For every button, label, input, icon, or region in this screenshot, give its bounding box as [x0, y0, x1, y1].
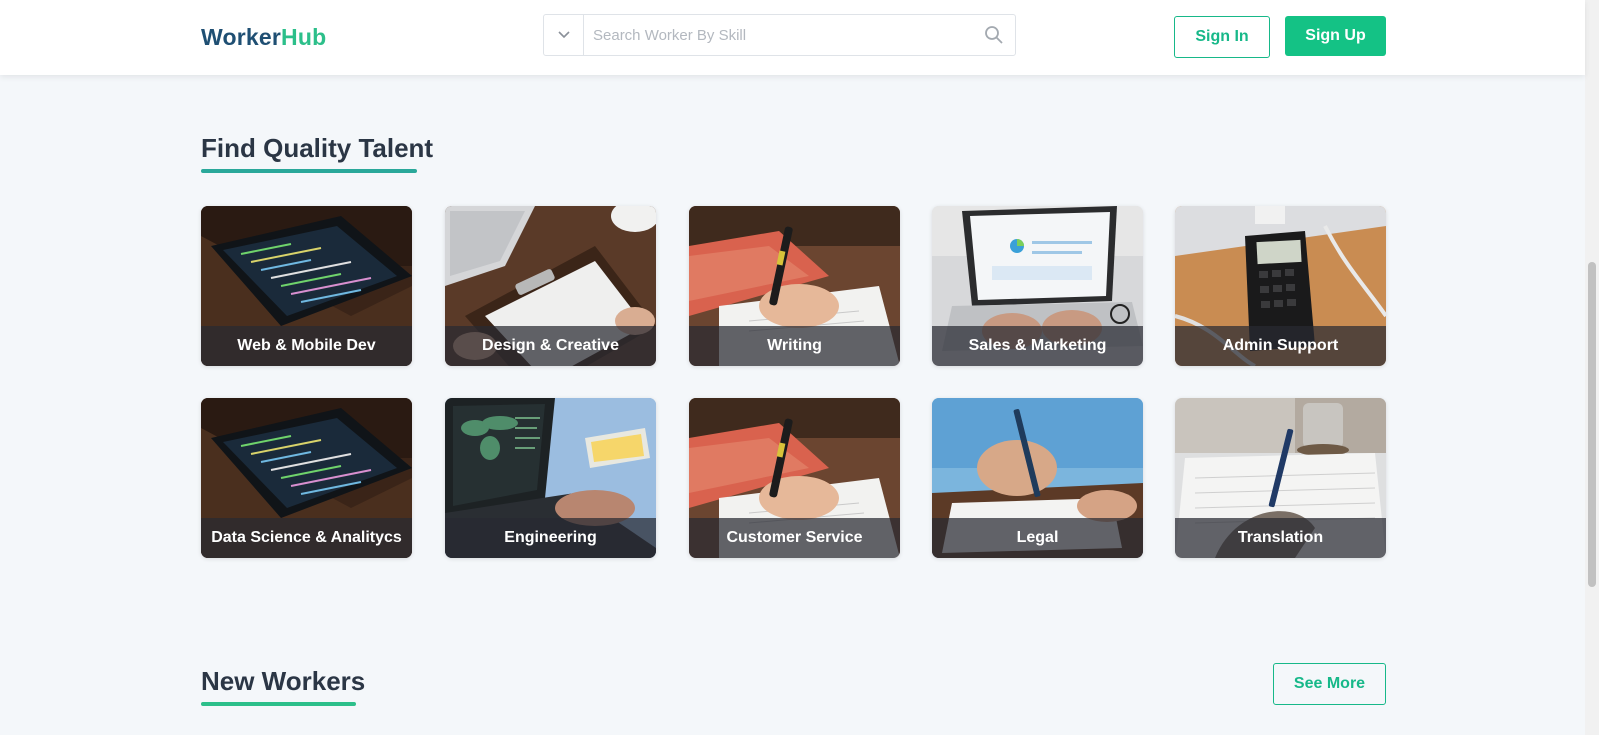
logo[interactable]: WorkerHub: [201, 24, 326, 51]
category-card-data-science-analytics[interactable]: Data Science & Analitycs: [201, 398, 412, 558]
category-card-engineering[interactable]: Engineering: [445, 398, 656, 558]
category-card-sales-marketing[interactable]: Sales & Marketing: [932, 206, 1143, 366]
category-card-legal[interactable]: Legal: [932, 398, 1143, 558]
section-title-new-workers: New Workers: [201, 666, 366, 696]
sign-in-button[interactable]: Sign In: [1174, 16, 1270, 58]
search-category-dropdown[interactable]: [544, 15, 584, 55]
category-label: Legal: [932, 518, 1143, 558]
category-card-design-creative[interactable]: Design & Creative: [445, 206, 656, 366]
title-underline: [201, 169, 417, 173]
chevron-down-icon: [557, 31, 570, 39]
scrollbar-thumb[interactable]: [1588, 262, 1596, 587]
category-card-web-mobile-dev[interactable]: Web & Mobile Dev: [201, 206, 412, 366]
category-card-admin-support[interactable]: Admin Support: [1175, 206, 1386, 366]
category-card-writing[interactable]: Writing: [689, 206, 900, 366]
section-title-talent: Find Quality Talent: [201, 133, 434, 163]
category-label: Design & Creative: [445, 326, 656, 366]
title-underline: [201, 702, 356, 706]
top-navbar: WorkerHub Sign In Sign Up: [0, 0, 1585, 75]
see-more-button[interactable]: See More: [1273, 663, 1386, 705]
category-label: Admin Support: [1175, 326, 1386, 366]
category-label: Translation: [1175, 518, 1386, 558]
category-label: Data Science & Analitycs: [201, 518, 412, 558]
search-bar: [543, 14, 1016, 56]
category-label: Customer Service: [689, 518, 900, 558]
category-card-translation[interactable]: Translation: [1175, 398, 1386, 558]
category-label: Web & Mobile Dev: [201, 326, 412, 366]
logo-text-worker: Worker: [201, 24, 282, 50]
page-scrollbar[interactable]: [1585, 0, 1599, 735]
logo-text-hub: Hub: [281, 24, 327, 50]
category-label: Sales & Marketing: [932, 326, 1143, 366]
category-card-customer-service[interactable]: Customer Service: [689, 398, 900, 558]
category-label: Engineering: [445, 518, 656, 558]
search-button[interactable]: [973, 15, 1015, 55]
search-icon: [985, 26, 1003, 44]
sign-up-button[interactable]: Sign Up: [1285, 16, 1386, 56]
category-label: Writing: [689, 326, 900, 366]
search-input[interactable]: [584, 15, 973, 55]
